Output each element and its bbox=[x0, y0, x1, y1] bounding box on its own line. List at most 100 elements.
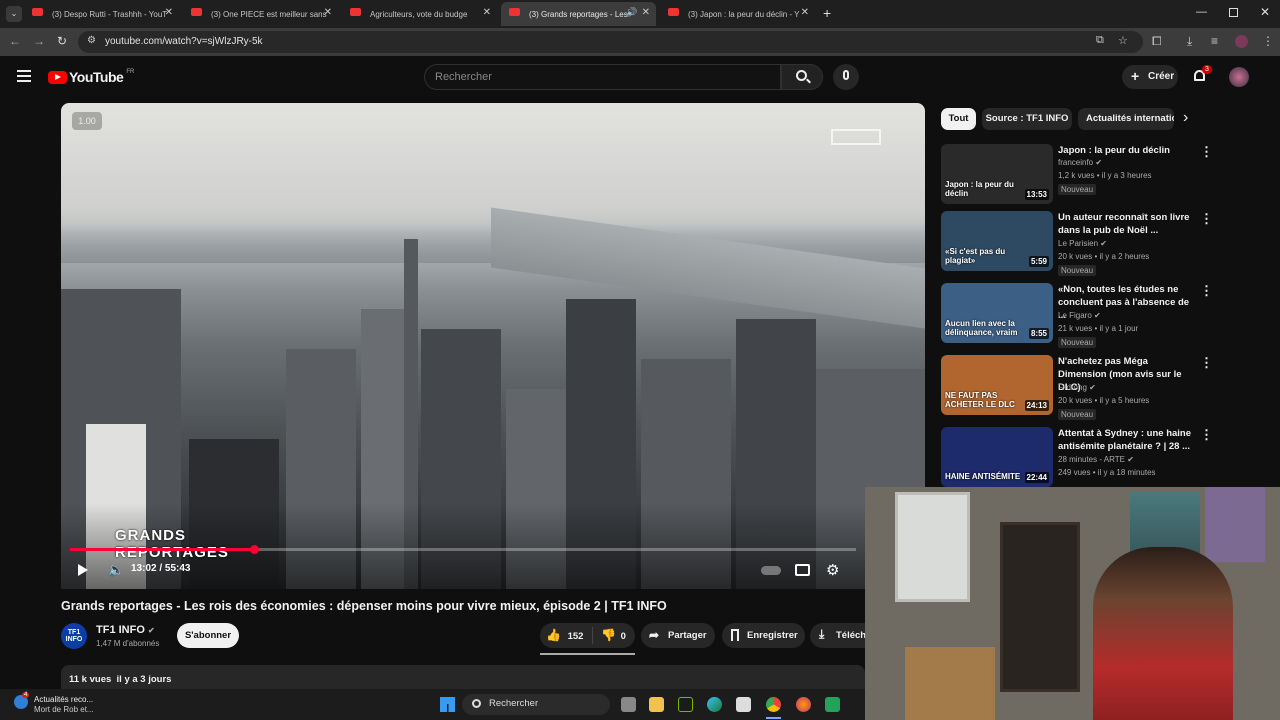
account-avatar[interactable] bbox=[1229, 67, 1249, 87]
address-bar[interactable]: ⚙ youtube.com/watch?v=sjWlzJRy-5k ⧉ ☆ bbox=[78, 31, 1143, 53]
close-tab-icon[interactable]: ✕ bbox=[324, 7, 332, 18]
channel-name[interactable]: TF1 INFO ✔ bbox=[96, 624, 155, 636]
browser-tab[interactable]: (3) Japon : la peur du déclin - Y ✕ bbox=[660, 2, 815, 26]
play-button[interactable] bbox=[78, 564, 88, 576]
close-window-icon[interactable]: ✕ bbox=[1260, 5, 1270, 19]
notifications-button[interactable]: 3 bbox=[1192, 65, 1212, 85]
recommendation-title[interactable]: Attentat à Sydney : une haine antisémite… bbox=[1058, 427, 1193, 453]
video-duration: 5:59 bbox=[1028, 256, 1049, 267]
profile-avatar[interactable] bbox=[1235, 35, 1248, 48]
autoplay-toggle[interactable] bbox=[761, 566, 781, 575]
news-widget[interactable]: 4 Actualités reco... Mort de Rob et... bbox=[12, 692, 152, 718]
recommendation-thumbnail[interactable]: HAINE ANTISÉMITE 22:44 bbox=[941, 427, 1053, 487]
recommendation-title[interactable]: Japon : la peur du déclin bbox=[1058, 144, 1193, 157]
site-info-icon[interactable]: ⚙ bbox=[87, 35, 96, 46]
bookmark-star-icon[interactable]: ☆ bbox=[1118, 34, 1128, 47]
video-player[interactable] bbox=[61, 103, 925, 589]
like-divider bbox=[592, 627, 593, 644]
more-options-icon[interactable]: ⋮ bbox=[1200, 355, 1213, 371]
hamburger-menu-icon[interactable] bbox=[17, 70, 31, 82]
recommendation-item[interactable]: HAINE ANTISÉMITE 22:44 Attentat à Sydney… bbox=[941, 427, 1241, 491]
tab-label: (3) Grands reportages - Les bbox=[529, 9, 628, 19]
close-tab-icon[interactable]: ✕ bbox=[801, 7, 809, 18]
youtube-logo[interactable]: YouTube FR bbox=[48, 69, 134, 85]
recommendation-channel[interactable]: Le Figaro ✔ bbox=[1058, 311, 1101, 320]
download-button[interactable]: ⤓ Téléchar bbox=[810, 623, 865, 648]
recommendation-channel[interactable]: 28 minutes - ARTE ✔ bbox=[1058, 455, 1134, 464]
minimize-icon[interactable]: — bbox=[1196, 6, 1207, 18]
views-text: 1,2 k vues bbox=[1058, 171, 1095, 180]
recommendation-title[interactable]: Un auteur reconnaît son livre dans la pu… bbox=[1058, 211, 1193, 237]
age-text: il y a 1 jour bbox=[1099, 324, 1139, 333]
reading-list-icon[interactable]: ≡ bbox=[1211, 34, 1218, 48]
reload-icon[interactable]: ↻ bbox=[57, 34, 67, 48]
recommendation-thumbnail[interactable]: Japon : la peur du déclin 13:53 bbox=[941, 144, 1053, 204]
recommendation-item[interactable]: NE FAUT PAS ACHETER LE DLC 24:13 N'achet… bbox=[941, 355, 1241, 420]
like-button[interactable]: 👍 152 bbox=[546, 628, 583, 642]
create-button[interactable]: + Créer bbox=[1122, 65, 1178, 89]
recommendation-thumbnail[interactable]: NE FAUT PAS ACHETER LE DLC 24:13 bbox=[941, 355, 1053, 415]
progress-bar[interactable] bbox=[70, 545, 856, 554]
more-options-icon[interactable]: ⋮ bbox=[1200, 211, 1213, 227]
chip-all[interactable]: Tout bbox=[941, 108, 976, 130]
close-tab-icon[interactable]: ✕ bbox=[165, 7, 173, 18]
file-explorer-icon[interactable] bbox=[649, 697, 664, 712]
recommendation-item[interactable]: Japon : la peur du déclin 13:53 Japon : … bbox=[941, 144, 1241, 208]
install-app-icon[interactable]: ⧉ bbox=[1096, 34, 1104, 47]
recommendation-thumbnail[interactable]: «Si c'est pas du plagiat» 5:59 bbox=[941, 211, 1053, 271]
forward-icon[interactable]: → bbox=[33, 34, 45, 48]
windows-start-icon[interactable] bbox=[440, 697, 455, 712]
more-options-icon[interactable]: ⋮ bbox=[1200, 283, 1213, 299]
dislike-button[interactable]: 👎 0 bbox=[601, 628, 626, 642]
chip-source[interactable]: Source : TF1 INFO bbox=[982, 108, 1072, 130]
recommendation-thumbnail[interactable]: Aucun lien avec la délinquance, vraim 8:… bbox=[941, 283, 1053, 343]
edge-icon[interactable] bbox=[707, 697, 722, 712]
browser-tab-active[interactable]: (3) Grands reportages - Les 🔊 ✕ bbox=[501, 2, 656, 26]
channel-avatar[interactable]: TF1 INFO bbox=[61, 623, 87, 649]
share-button[interactable]: ➦ Partager bbox=[641, 623, 715, 648]
taskbar-search-input[interactable]: Rechercher bbox=[462, 694, 610, 715]
spotify-like-icon[interactable] bbox=[825, 697, 840, 712]
browser-tab[interactable]: (3) Despo Rutti - Trashhh - YouT ✕ bbox=[24, 2, 179, 26]
create-label: Créer bbox=[1148, 71, 1175, 82]
search-input[interactable]: Rechercher bbox=[424, 64, 781, 90]
subtitles-icon[interactable] bbox=[795, 564, 810, 576]
verified-icon: ✔ bbox=[1100, 239, 1107, 248]
volume-icon[interactable]: 🔈 bbox=[108, 562, 124, 578]
browser-tab[interactable]: Agriculteurs, vote du budge ✕ bbox=[342, 2, 497, 26]
close-tab-icon[interactable]: ✕ bbox=[642, 7, 650, 18]
channel-text: 28 minutes - ARTE bbox=[1058, 455, 1125, 464]
close-tab-icon[interactable]: ✕ bbox=[483, 7, 491, 18]
chip-international-news[interactable]: Actualités internationales bbox=[1078, 108, 1174, 130]
settings-gear-icon[interactable]: ⚙ bbox=[826, 561, 839, 579]
recommendation-item[interactable]: Aucun lien avec la délinquance, vraim 8:… bbox=[941, 283, 1241, 348]
chips-next-chevron-icon[interactable]: › bbox=[1183, 109, 1188, 127]
voice-search-button[interactable] bbox=[833, 64, 859, 90]
more-options-icon[interactable]: ⋮ bbox=[1200, 427, 1213, 443]
task-view-icon[interactable] bbox=[621, 697, 636, 712]
tab-label: Agriculteurs, vote du budge bbox=[370, 9, 468, 19]
recommendation-channel[interactable]: Fildrong ✔ bbox=[1058, 383, 1096, 392]
back-icon[interactable]: ← bbox=[9, 34, 21, 48]
restore-icon[interactable] bbox=[1229, 8, 1238, 17]
speaker-icon[interactable]: 🔊 bbox=[626, 7, 637, 18]
scrubber-handle[interactable] bbox=[249, 545, 259, 554]
downloads-icon[interactable]: ⤓ bbox=[1187, 34, 1192, 48]
recommendation-item[interactable]: «Si c'est pas du plagiat» 5:59 Un auteur… bbox=[941, 211, 1241, 276]
firefox-icon[interactable] bbox=[796, 697, 811, 712]
save-button[interactable]: Enregistrer bbox=[722, 623, 805, 648]
extensions-icon[interactable]: ⧠ bbox=[1152, 34, 1162, 48]
recommendation-channel[interactable]: franceinfo ✔ bbox=[1058, 158, 1102, 167]
browser-tab[interactable]: (3) One PIECE est meilleur sans ✕ bbox=[183, 2, 338, 26]
tab-search-button[interactable]: ⌄ bbox=[6, 6, 22, 22]
chrome-icon[interactable] bbox=[766, 697, 781, 712]
microsoft-store-icon[interactable] bbox=[736, 697, 751, 712]
subscribe-button[interactable]: S'abonner bbox=[177, 623, 239, 648]
new-tab-button[interactable]: + bbox=[823, 5, 831, 21]
nvidia-icon[interactable] bbox=[678, 697, 693, 712]
recommendation-channel[interactable]: Le Parisien ✔ bbox=[1058, 239, 1107, 248]
search-button[interactable] bbox=[781, 64, 823, 90]
browser-menu-icon[interactable]: ⋮ bbox=[1262, 34, 1274, 48]
more-options-icon[interactable]: ⋮ bbox=[1200, 144, 1213, 160]
new-badge: Nouveau bbox=[1058, 265, 1097, 276]
